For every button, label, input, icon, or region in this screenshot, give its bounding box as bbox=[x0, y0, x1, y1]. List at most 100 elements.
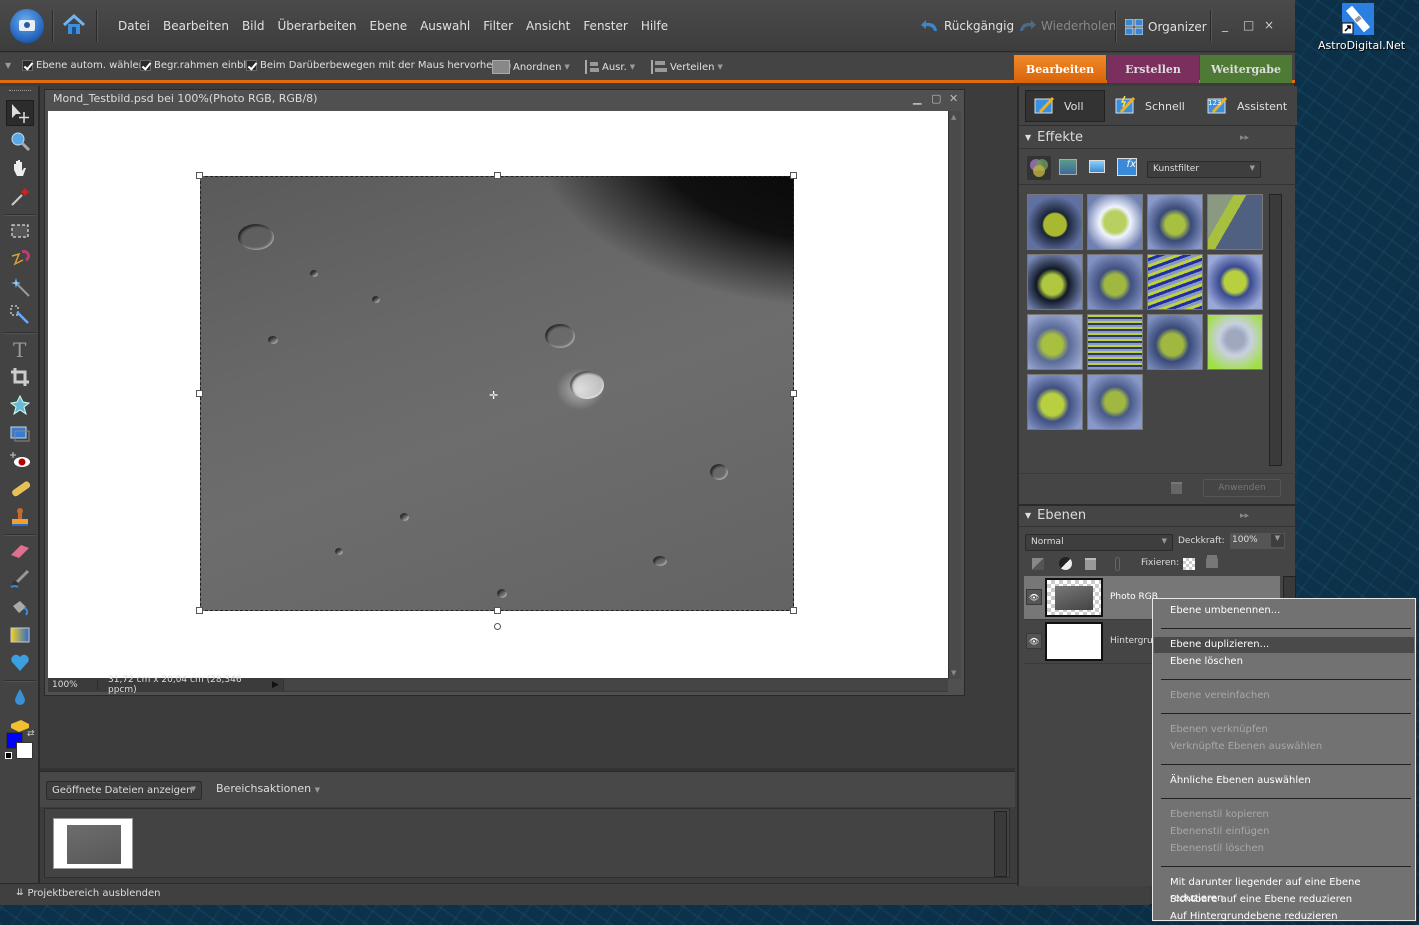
straighten-tool[interactable] bbox=[6, 420, 34, 446]
horizontal-scrollbar[interactable] bbox=[282, 679, 948, 691]
zoom-level[interactable]: 100% bbox=[48, 680, 98, 690]
bin-actions-menu[interactable]: Bereichsaktionen ▼ bbox=[216, 782, 320, 795]
collapse-triangle-icon[interactable]: ▼ bbox=[1025, 511, 1031, 520]
crop-tool[interactable] bbox=[6, 364, 34, 390]
blend-mode-dropdown[interactable]: Normal ▼ bbox=[1025, 534, 1173, 551]
bounding-box-option[interactable]: Begr.rahmen einbl. bbox=[140, 60, 249, 71]
highlight-hover-option[interactable]: Beim Darüberbewegen mit der Maus hervorh… bbox=[246, 60, 511, 71]
toggle-project-bin[interactable]: ⇊ Projektbereich ausblenden bbox=[16, 888, 161, 899]
menu-bild[interactable]: Bild bbox=[242, 19, 265, 33]
menu-bearbeiten[interactable]: Bearbeiten bbox=[163, 19, 229, 33]
app-logo-button[interactable] bbox=[10, 9, 44, 43]
arrange-dropdown[interactable]: Anordnen ▼ bbox=[492, 60, 570, 74]
effect-thumbnail[interactable] bbox=[1027, 314, 1083, 370]
trash-icon[interactable] bbox=[1171, 482, 1182, 494]
tab-erstellen[interactable]: Erstellen bbox=[1107, 55, 1199, 83]
marquee-tool[interactable] bbox=[6, 218, 34, 244]
filters-icon[interactable] bbox=[1027, 156, 1051, 180]
effect-thumbnail[interactable] bbox=[1087, 314, 1143, 370]
paint-bucket-tool[interactable] bbox=[6, 594, 34, 620]
type-tool[interactable]: T bbox=[6, 336, 34, 362]
swap-colors-icon[interactable]: ⇄ bbox=[27, 729, 35, 739]
doc-close-button[interactable]: ✕ bbox=[949, 92, 958, 105]
distribute-dropdown[interactable]: Verteilen ▼ bbox=[651, 60, 723, 74]
effect-thumbnail[interactable] bbox=[1087, 254, 1143, 310]
photo-effects-icon[interactable] bbox=[1089, 160, 1105, 173]
visibility-eye-icon[interactable]: 👁 bbox=[1026, 633, 1042, 649]
opacity-field[interactable]: 100% ▼ bbox=[1230, 533, 1285, 549]
tab-bearbeiten[interactable]: Bearbeiten bbox=[1014, 55, 1106, 83]
resize-handle-r[interactable] bbox=[790, 390, 797, 397]
link-layers-icon[interactable] bbox=[1115, 557, 1120, 571]
effect-thumbnail[interactable] bbox=[1087, 374, 1143, 430]
mode-schnell[interactable]: Schnell bbox=[1115, 90, 1185, 122]
mode-assistent[interactable]: 123 Assistent bbox=[1207, 90, 1287, 122]
resize-handle-br[interactable] bbox=[790, 607, 797, 614]
resize-handle-l[interactable] bbox=[196, 390, 203, 397]
effect-thumbnail[interactable] bbox=[1027, 374, 1083, 430]
blur-tool[interactable] bbox=[6, 684, 34, 710]
auto-select-layer-option[interactable]: Ebene autom. wählen bbox=[22, 60, 145, 71]
options-collapse-icon[interactable]: ▼ bbox=[5, 61, 11, 70]
move-tool[interactable] bbox=[6, 100, 34, 126]
resize-handle-b[interactable] bbox=[494, 607, 501, 614]
resize-handle-tl[interactable] bbox=[196, 172, 203, 179]
open-file-thumbnail[interactable] bbox=[53, 818, 133, 869]
menu-ebene[interactable]: Ebene bbox=[370, 19, 408, 33]
fx-icon[interactable]: fx bbox=[1117, 158, 1137, 176]
zoom-tool[interactable] bbox=[6, 128, 34, 154]
context-menu-item[interactable]: Ebene löschen bbox=[1154, 654, 1414, 670]
default-colors-icon[interactable] bbox=[5, 752, 12, 759]
panel-menu-icon[interactable]: ▸▸ bbox=[1240, 511, 1249, 521]
quick-selection-tool[interactable] bbox=[6, 302, 34, 328]
effect-thumbnail[interactable] bbox=[1147, 314, 1203, 370]
eyedropper-tool[interactable] bbox=[6, 184, 34, 210]
context-menu-item[interactable]: Ebene umbenennen... bbox=[1154, 603, 1414, 619]
lasso-tool[interactable] bbox=[6, 246, 34, 272]
hand-tool[interactable] bbox=[6, 156, 34, 182]
lock-all-icon[interactable] bbox=[1206, 558, 1218, 568]
doc-minimize-button[interactable]: ▁ bbox=[913, 92, 921, 105]
menu-ansicht[interactable]: Ansicht bbox=[526, 19, 570, 33]
scroll-down-icon[interactable]: ▼ bbox=[951, 669, 956, 677]
rotate-handle[interactable] bbox=[494, 623, 501, 630]
clone-stamp-tool[interactable] bbox=[6, 504, 34, 530]
context-menu-item[interactable]: Sichtbare auf eine Ebene reduzieren bbox=[1154, 892, 1414, 908]
layers-panel-header[interactable]: ▼ Ebenen ▸▸ bbox=[1019, 505, 1297, 527]
desktop-shortcut-astrodigital[interactable]: AstroDigital.Net bbox=[1318, 3, 1405, 52]
eraser-tool[interactable] bbox=[6, 538, 34, 564]
scroll-up-icon[interactable]: ▲ bbox=[951, 113, 956, 121]
undo-button[interactable]: Rückgängig bbox=[920, 19, 1014, 33]
new-layer-icon[interactable] bbox=[1032, 558, 1044, 570]
menu-filter[interactable]: Filter bbox=[483, 19, 513, 33]
effects-category-dropdown[interactable]: Kunstfilter ▼ bbox=[1147, 161, 1261, 178]
collapse-triangle-icon[interactable]: ▼ bbox=[1025, 133, 1031, 142]
visibility-eye-icon[interactable]: 👁 bbox=[1026, 589, 1042, 605]
magic-wand-tool[interactable] bbox=[6, 274, 34, 300]
close-button[interactable]: × bbox=[1264, 18, 1274, 32]
menu-fenster[interactable]: Fenster bbox=[583, 19, 628, 33]
checkbox-highlight-hover[interactable] bbox=[246, 60, 257, 71]
effect-thumbnail[interactable] bbox=[1207, 254, 1263, 310]
effect-thumbnail[interactable] bbox=[1147, 254, 1203, 310]
resize-handle-t[interactable] bbox=[494, 172, 501, 179]
layer-styles-icon[interactable] bbox=[1059, 159, 1077, 175]
checkbox-auto-select[interactable] bbox=[22, 60, 33, 71]
effects-panel-header[interactable]: ▼ Effekte ▸▸ bbox=[1019, 127, 1297, 149]
cookie-cutter-tool[interactable] bbox=[6, 392, 34, 418]
vertical-scrollbar[interactable]: ▲ ▼ bbox=[948, 111, 961, 679]
healing-brush-tool[interactable] bbox=[6, 476, 34, 502]
mode-voll[interactable]: Voll bbox=[1025, 90, 1105, 122]
effect-thumbnail[interactable] bbox=[1087, 194, 1143, 250]
effect-thumbnail[interactable] bbox=[1027, 254, 1083, 310]
minimize-button[interactable]: _ bbox=[1222, 18, 1228, 32]
adjustment-layer-icon[interactable] bbox=[1059, 557, 1072, 570]
context-menu-item[interactable]: Auf Hintergrundebene reduzieren bbox=[1154, 909, 1414, 925]
canvas[interactable]: ✛ bbox=[48, 111, 948, 679]
checkbox-bounding-box[interactable] bbox=[140, 60, 151, 71]
resize-handle-bl[interactable] bbox=[196, 607, 203, 614]
context-menu-item[interactable]: Ähnliche Ebenen auswählen bbox=[1154, 773, 1414, 789]
menu-datei[interactable]: Datei bbox=[118, 19, 150, 33]
red-eye-tool[interactable] bbox=[6, 448, 34, 474]
toolbox-grip[interactable] bbox=[9, 90, 31, 91]
